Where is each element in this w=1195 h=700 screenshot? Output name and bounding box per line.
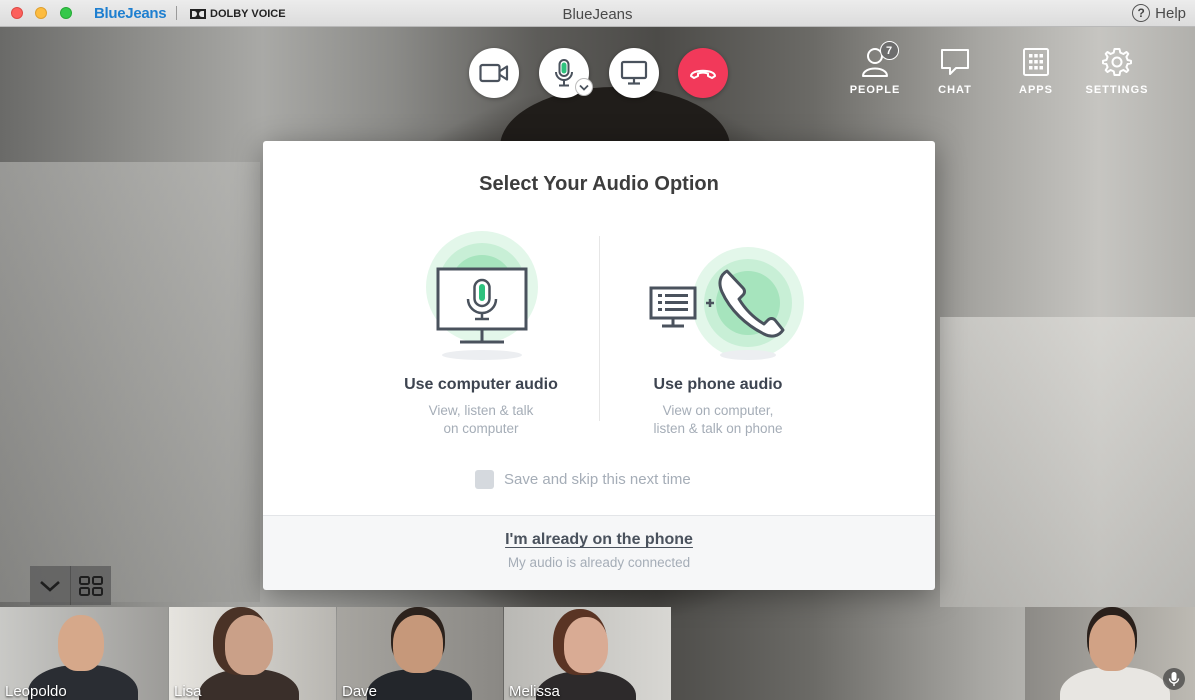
grid-icon [1023,48,1049,76]
video-toggle-button[interactable] [469,48,519,98]
help-label: Help [1155,4,1186,22]
settings-button[interactable]: SETTINGS [1077,46,1157,96]
computer-audio-subtitle-line2: on computer [443,421,519,436]
monitor-icon [620,60,648,85]
participant-face [225,615,273,675]
chevron-down-icon [40,580,60,592]
window-title: BlueJeans [562,6,633,23]
phone-audio-subtitle-line2: listen & talk on phone [653,421,783,436]
people-label: PEOPLE [849,84,901,96]
people-button[interactable]: 7 PEOPLE [835,41,915,96]
collapse-strip-button[interactable] [30,566,70,605]
computer-audio-subtitle: View, listen & talk on computer [351,402,611,438]
chat-label: CHAT [938,84,972,96]
participant-tile[interactable]: Lisa [169,607,336,700]
participant-face [393,615,443,673]
chevron-down-icon [579,84,589,91]
chat-button[interactable]: CHAT [915,46,995,96]
gear-icon [1102,48,1132,76]
end-call-button[interactable] [678,48,728,98]
participant-name: Dave [342,683,378,700]
dialog-footer: I'm already on the phone My audio is alr… [263,515,935,590]
share-screen-button[interactable] [609,48,659,98]
computer-audio-illustration [351,231,611,366]
video-camera-icon [479,63,509,83]
computer-audio-option[interactable]: Use computer audio View, listen & talk o… [351,231,611,438]
settings-label: SETTINGS [1085,84,1149,96]
phone-audio-subtitle: View on computer, listen & talk on phone [588,402,848,438]
save-skip-option[interactable]: Save and skip this next time [475,470,691,489]
grid-layout-icon [79,575,103,596]
apps-label: APPS [1019,84,1053,96]
already-on-phone-link[interactable]: I'm already on the phone [263,531,935,549]
self-view-mic-button[interactable] [1163,668,1185,690]
participant-name: Melissa [509,683,560,700]
monitor-microphone-icon [426,231,538,360]
phone-audio-option[interactable]: Use phone audio View on computer, listen… [588,231,848,438]
participant-body [367,669,472,700]
microphone-icon [1168,672,1180,686]
background-window-left [0,162,260,602]
participant-face [58,615,104,671]
save-skip-label: Save and skip this next time [504,471,691,488]
microphone-icon [555,59,573,87]
computer-audio-title: Use computer audio [404,376,558,393]
people-count-badge: 7 [880,41,899,60]
dialog-title: Select Your Audio Option [479,173,719,195]
help-button[interactable]: ? Help [1132,4,1186,22]
people-icon-wrap: 7 [855,41,899,78]
participant-name: Lisa [174,683,202,700]
layout-toggle-button[interactable] [70,566,111,605]
participant-tile[interactable]: Melissa [504,607,671,700]
audio-option-dialog: Select Your Audio Option Use computer au… [263,141,935,590]
mic-options-button[interactable] [575,78,593,96]
participant-tile[interactable]: Dave [337,607,503,700]
hang-up-icon [690,69,716,79]
phone-audio-title: Use phone audio [653,376,783,393]
phone-audio-illustration [588,231,848,366]
strip-controls [30,566,111,605]
participant-tile[interactable]: Leopoldo [0,607,168,700]
self-face [1089,615,1135,671]
self-body [1060,667,1170,700]
computer-audio-subtitle-line1: View, listen & talk [428,403,534,418]
participant-face [564,617,608,673]
apps-button[interactable]: APPS [996,46,1076,96]
screen-plus-phone-icon [649,247,804,360]
phone-audio-subtitle-line1: View on computer, [662,403,774,418]
background-window-right [940,317,1195,607]
title-bar: BlueJeans DOLBY VOICE BlueJeans ? Help [0,0,1195,27]
participant-name: Leopoldo [5,683,67,700]
chat-bubble-icon [941,49,969,75]
save-skip-checkbox[interactable] [475,470,494,489]
help-icon: ? [1132,4,1151,22]
already-connected-note: My audio is already connected [507,555,691,570]
